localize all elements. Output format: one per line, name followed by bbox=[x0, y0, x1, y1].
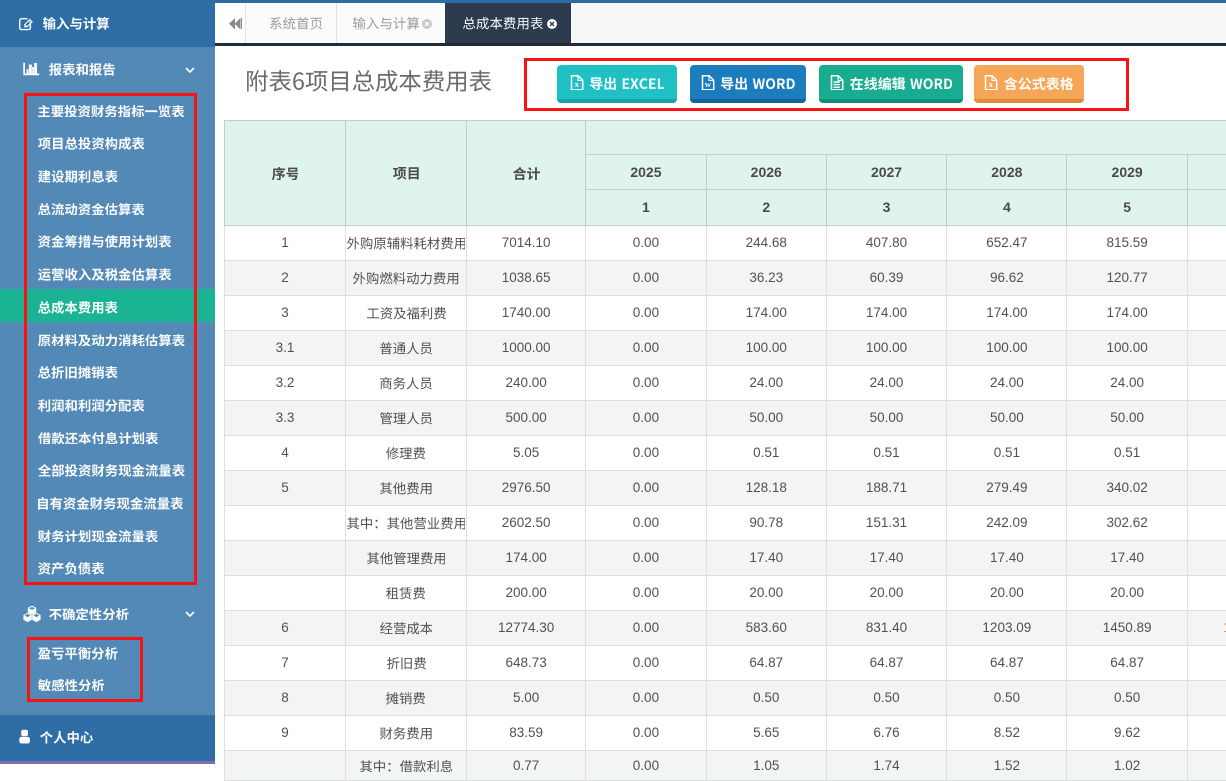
svg-text:w: w bbox=[705, 79, 712, 89]
svg-text:x: x bbox=[575, 79, 580, 89]
svg-text:x: x bbox=[989, 79, 994, 89]
